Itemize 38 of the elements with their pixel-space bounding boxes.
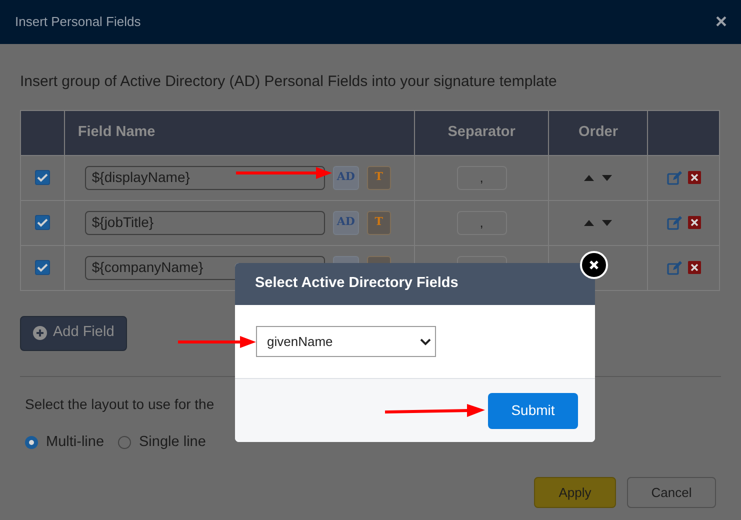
close-button[interactable] <box>580 251 608 279</box>
move-down-icon[interactable] <box>602 220 612 226</box>
separator-input[interactable]: , <box>456 166 507 190</box>
cancel-button[interactable]: Cancel <box>627 477 716 508</box>
field-input[interactable]: ${jobTitle} <box>84 210 325 234</box>
radio-button[interactable] <box>25 436 38 449</box>
field-select[interactable]: givenName <box>256 326 436 357</box>
layout-prompt: Select the layout to use for the <box>25 394 214 414</box>
text-button[interactable]: T <box>366 166 391 190</box>
intro-text: Insert group of Active Directory (AD) Personal Fields into your signature template <box>20 72 558 92</box>
field-input[interactable]: ${displayName} <box>84 166 325 190</box>
column-header: Order <box>578 124 618 140</box>
ad-button[interactable]: AD <box>332 166 359 190</box>
plus-icon <box>33 326 47 340</box>
close-icon <box>589 260 599 270</box>
window-title: Insert Personal Fields <box>15 13 141 32</box>
move-down-icon[interactable] <box>602 174 612 180</box>
close-button[interactable]: × <box>715 12 727 32</box>
chevron-icon <box>420 338 431 346</box>
move-up-icon[interactable] <box>584 174 594 180</box>
checkbox[interactable] <box>34 214 50 230</box>
text-button[interactable]: T <box>366 210 391 234</box>
column-header: Separator <box>448 124 516 140</box>
radio-button[interactable] <box>118 436 132 449</box>
checkbox[interactable] <box>34 260 50 274</box>
delete-icon[interactable] <box>688 216 701 228</box>
ad-button[interactable]: AD <box>332 210 359 234</box>
move-up-icon[interactable] <box>584 220 594 226</box>
radio-label: Single line <box>139 432 206 452</box>
column-header: Field Name <box>78 124 156 140</box>
separator-input[interactable]: , <box>456 210 507 234</box>
add-field-button[interactable]: Add Field <box>20 316 128 350</box>
checkbox[interactable] <box>34 170 50 184</box>
radio-label: Multi-line <box>46 432 104 452</box>
apply-button[interactable]: Apply <box>534 477 616 508</box>
delete-icon[interactable] <box>688 260 701 274</box>
delete-icon[interactable] <box>688 170 701 184</box>
submit-button[interactable]: Submit <box>488 392 578 428</box>
